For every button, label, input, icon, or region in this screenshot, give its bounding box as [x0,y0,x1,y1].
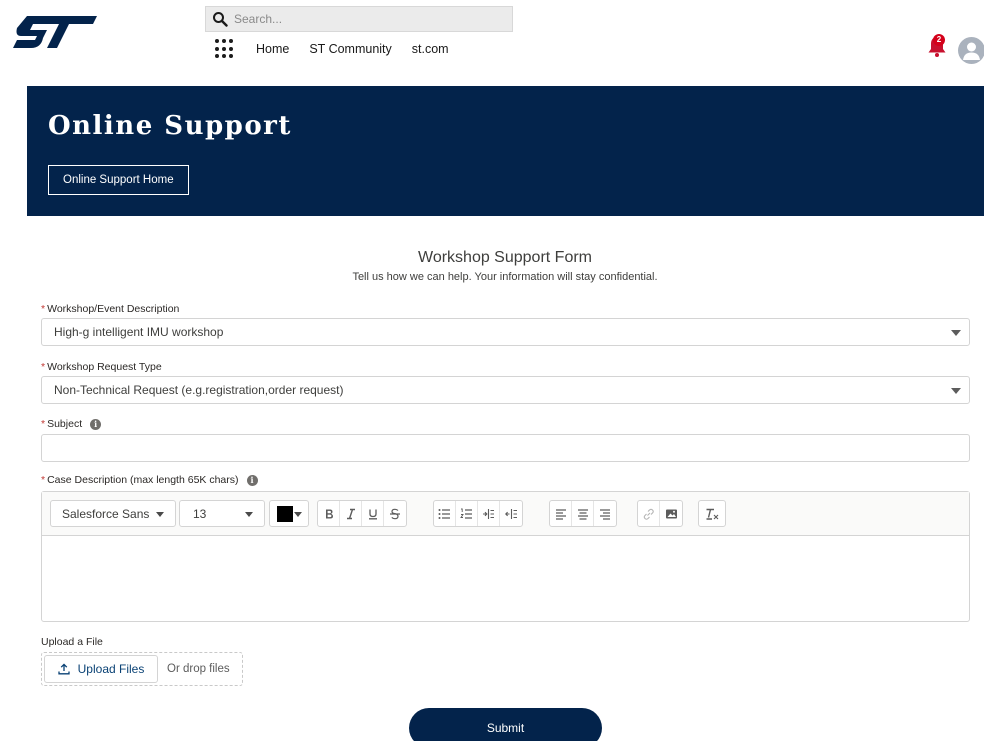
numbered-list-icon[interactable] [456,501,478,526]
font-size-select[interactable]: 13 [179,500,265,527]
font-size-value: 13 [193,506,207,521]
drop-files-text: Or drop files [167,663,230,675]
search-icon [213,12,228,27]
clear-formatting-icon[interactable] [699,501,725,526]
editor-body[interactable] [42,536,969,621]
text-color-picker[interactable] [269,500,309,527]
search-input[interactable] [234,12,494,26]
file-drop-zone[interactable]: Upload Files Or drop files [41,652,243,686]
chevron-down-icon [245,512,253,517]
nav-home[interactable]: Home [256,42,289,56]
subject-label: * Subject i [41,418,102,430]
editor-toolbar: Salesforce Sans 13 [42,492,969,536]
info-icon[interactable]: i [246,474,258,486]
outdent-icon[interactable] [500,501,522,526]
subject-input[interactable] [41,434,970,462]
align-group [549,500,617,527]
bullet-list-icon[interactable] [434,501,456,526]
clear-group [698,500,726,527]
indent-icon[interactable] [478,501,500,526]
user-avatar[interactable] [958,37,984,64]
bold-icon[interactable] [318,501,340,526]
align-center-icon[interactable] [572,501,594,526]
case-description-editor: Salesforce Sans 13 [41,491,970,622]
font-family-value: Salesforce Sans [62,506,150,521]
strikethrough-icon[interactable] [384,501,406,526]
request-type-label: * Workshop Request Type [41,361,162,373]
form-title: Workshop Support Form [418,249,592,266]
required-mark: * [41,474,46,486]
required-mark: * [41,361,46,373]
description-label: * Case Description (max length 65K chars… [41,474,258,486]
upload-files-label: Upload Files [77,662,145,676]
insert-group [637,500,683,527]
upload-icon [57,663,70,675]
description-label-text: Case Description (max length 65K chars) [47,474,239,486]
upload-label: Upload a File [41,636,103,648]
underline-icon[interactable] [362,501,384,526]
top-nav: Home ST Community st.com [256,42,469,56]
list-group [433,500,523,527]
image-icon[interactable] [660,501,682,526]
page-title: Online Support [48,111,292,141]
chevron-down-icon [294,512,302,517]
link-icon[interactable] [638,501,660,526]
submit-button[interactable]: Submit [409,708,602,741]
info-icon[interactable]: i [90,418,102,430]
workshop-label-text: Workshop/Event Description [47,303,180,315]
format-group [317,500,407,527]
nav-st-com[interactable]: st.com [412,42,449,56]
app-launcher-icon[interactable] [215,39,235,59]
align-right-icon[interactable] [594,501,616,526]
request-type-select[interactable]: Non-Technical Request (e.g.registration,… [41,376,970,404]
align-left-icon[interactable] [550,501,572,526]
workshop-select[interactable]: High-g intelligent IMU workshop [41,318,970,346]
chevron-down-icon [156,512,164,517]
workshop-label: * Workshop/Event Description [41,303,179,315]
request-type-select-value: Non-Technical Request (e.g.registration,… [54,383,344,397]
chevron-down-icon [951,388,961,394]
st-logo[interactable] [13,14,97,48]
search-bar[interactable] [205,6,513,32]
chevron-down-icon [951,330,961,336]
font-family-select[interactable]: Salesforce Sans [50,500,176,527]
italic-icon[interactable] [340,501,362,526]
nav-st-community[interactable]: ST Community [309,42,391,56]
online-support-home-button[interactable]: Online Support Home [48,165,189,195]
color-swatch [277,506,293,522]
workshop-select-value: High-g intelligent IMU workshop [54,325,224,339]
form-subtitle: Tell us how we can help. Your informatio… [352,271,658,283]
required-mark: * [41,303,46,315]
required-mark: * [41,418,46,430]
subject-label-text: Subject [47,418,83,430]
user-icon [963,42,980,60]
notification-badge: 2 [933,34,945,46]
page-banner: Online Support Online Support Home [27,86,984,216]
request-type-label-text: Workshop Request Type [47,361,162,373]
upload-files-button[interactable]: Upload Files [44,655,158,683]
